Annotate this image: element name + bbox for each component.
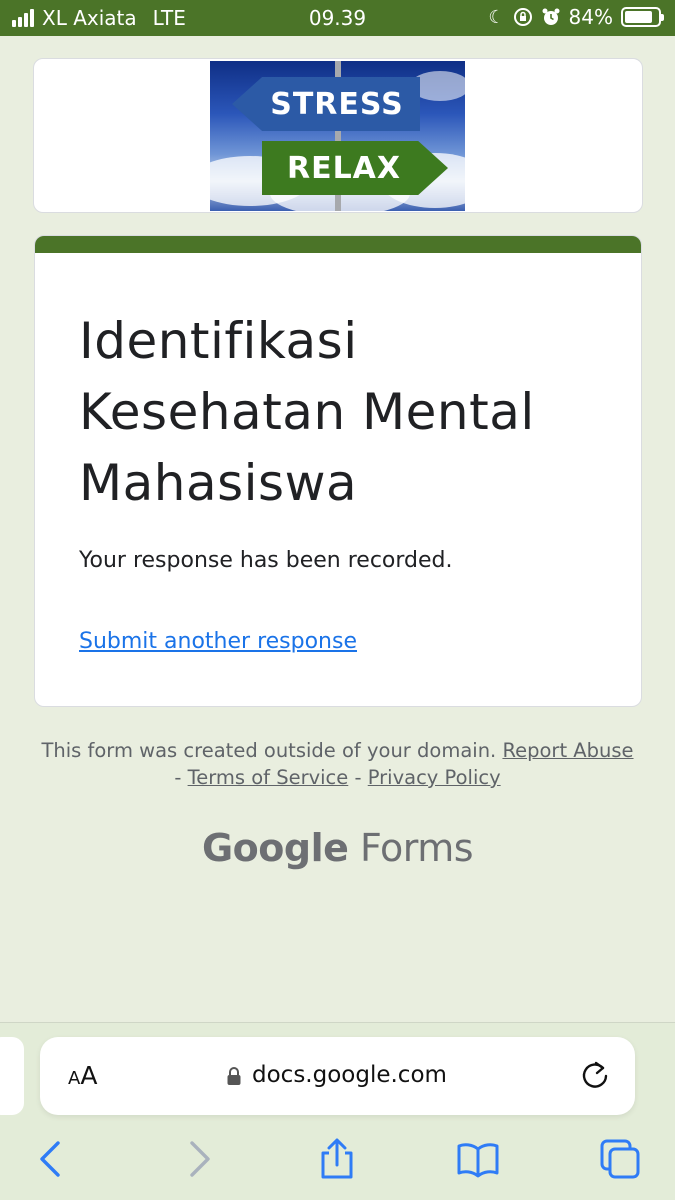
- stress-relax-banner-image: STRESS RELAX: [210, 61, 465, 211]
- response-card: Identifikasi Kesehatan Mental Mahasiswa …: [34, 235, 642, 707]
- footer-separator: -: [354, 766, 362, 789]
- confirmation-message: Your response has been recorded.: [79, 548, 453, 573]
- moon-icon: ☾: [488, 6, 505, 28]
- reload-icon[interactable]: [579, 1059, 611, 1091]
- text-size-button[interactable]: AA: [68, 1061, 97, 1090]
- status-right: ☾ 84%: [488, 5, 664, 29]
- bookmarks-icon[interactable]: [456, 1137, 500, 1181]
- tabs-icon[interactable]: [598, 1137, 642, 1181]
- text-size-small-label: A: [68, 1068, 81, 1089]
- footer-notice: This form was created outside of your do…: [40, 737, 635, 791]
- battery-fill: [625, 11, 652, 23]
- battery-percent: 84%: [568, 5, 613, 29]
- privacy-policy-link[interactable]: Privacy Policy: [368, 766, 501, 789]
- rotation-lock-icon: [513, 8, 532, 26]
- status-bar: XL Axiata LTE 09.39 ☾ 84%: [0, 0, 675, 36]
- alarm-icon: [542, 8, 560, 25]
- lock-icon: [227, 1067, 241, 1085]
- battery-icon: [621, 7, 664, 27]
- browser-toolbar: AA docs.google.com: [0, 1022, 675, 1200]
- forward-icon[interactable]: [176, 1137, 220, 1181]
- google-forms-logo[interactable]: Google Forms: [0, 826, 675, 870]
- stress-sign: STRESS: [232, 77, 420, 131]
- theme-accent-bar: [35, 236, 641, 253]
- forms-wordmark: Forms: [359, 826, 474, 870]
- report-abuse-link[interactable]: Report Abuse: [502, 739, 633, 762]
- share-icon[interactable]: [315, 1137, 359, 1181]
- header-image-card: STRESS RELAX: [33, 58, 643, 213]
- text-size-big-label: A: [80, 1061, 98, 1090]
- footer-separator: -: [174, 766, 182, 789]
- previous-tab-edge[interactable]: [0, 1037, 24, 1115]
- address-bar[interactable]: AA docs.google.com: [40, 1037, 635, 1115]
- url-text[interactable]: docs.google.com: [252, 1062, 447, 1088]
- domain-notice-text: This form was created outside of your do…: [41, 739, 497, 762]
- google-wordmark: Google: [201, 826, 349, 870]
- terms-of-service-link[interactable]: Terms of Service: [188, 766, 349, 789]
- form-title: Identifikasi Kesehatan Mental Mahasiswa: [79, 312, 535, 512]
- back-icon[interactable]: [30, 1137, 74, 1181]
- relax-sign: RELAX: [262, 141, 448, 195]
- submit-another-response-link[interactable]: Submit another response: [79, 629, 357, 654]
